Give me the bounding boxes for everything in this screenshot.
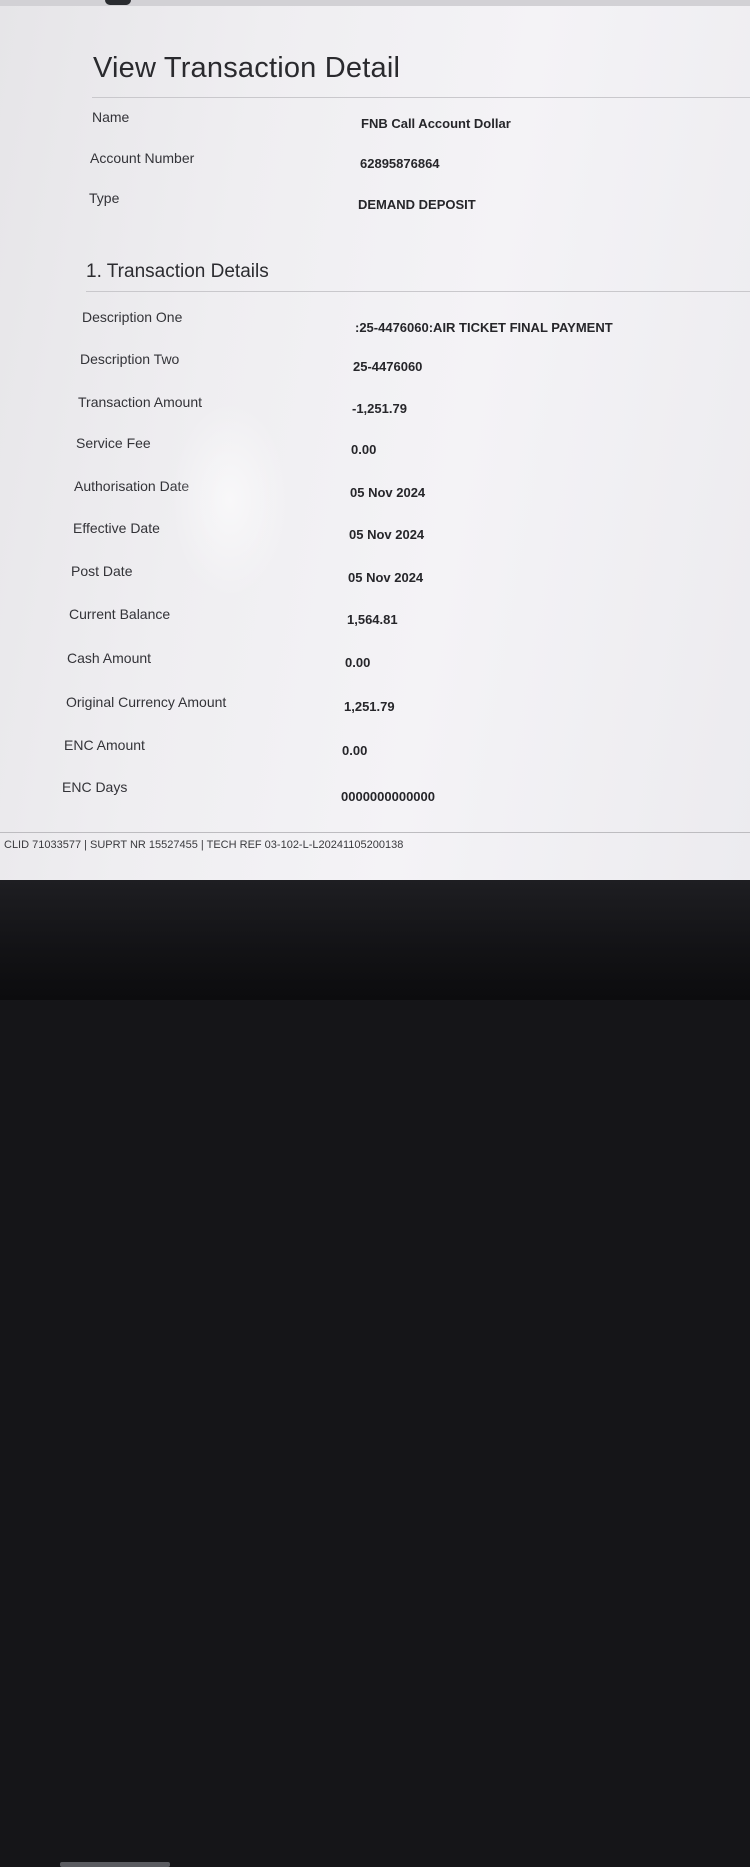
detail-value: 0.00 [351,442,377,457]
detail-value: 0.00 [342,743,368,758]
detail-value: 0.00 [345,655,371,670]
detail-value: 05 Nov 2024 [348,570,424,585]
account-type-label: Type [89,190,120,206]
detail-value: 25-4476060 [353,359,423,374]
detail-value: 0000000000000 [341,789,435,804]
bezel-highlight [60,1862,170,1867]
section-title: 1. Transaction Details [86,261,269,282]
detail-value: 1,564.81 [347,612,398,627]
detail-label: Authorisation Date [74,478,190,494]
top-bar-tab [105,0,131,5]
detail-label: Cash Amount [67,650,152,666]
detail-label: Transaction Amount [78,394,202,410]
footer-reference: CLID 71033577 | SUPRT NR 15527455 | TECH… [4,839,404,851]
account-number-value: 62895876864 [360,156,440,171]
detail-label: Effective Date [73,520,160,536]
section-divider [86,291,750,292]
monitor-bezel [0,880,750,1867]
detail-value: 05 Nov 2024 [350,485,426,500]
detail-label: Description One [82,309,183,325]
browser-screen: View Transaction Detail Name FNB Call Ac… [0,0,750,880]
detail-value: 05 Nov 2024 [349,527,425,542]
page-title: View Transaction Detail [93,52,401,84]
account-name-value: FNB Call Account Dollar [361,116,511,131]
screen-glare [170,400,290,600]
detail-label: Description Two [80,351,180,367]
detail-label: Current Balance [69,606,171,622]
detail-label: ENC Amount [64,737,145,753]
account-name-label: Name [92,109,130,125]
account-number-label: Account Number [90,150,195,166]
detail-label: Service Fee [76,435,151,451]
title-divider [92,97,750,98]
detail-label: Post Date [71,563,133,579]
top-bar [0,0,750,6]
footer-divider [0,832,750,833]
detail-value: :25-4476060:AIR TICKET FINAL PAYMENT [355,320,613,335]
detail-value: -1,251.79 [352,401,407,416]
account-type-value: DEMAND DEPOSIT [358,197,476,212]
detail-label: ENC Days [62,779,128,795]
detail-value: 1,251.79 [344,699,395,714]
detail-label: Original Currency Amount [66,694,227,710]
